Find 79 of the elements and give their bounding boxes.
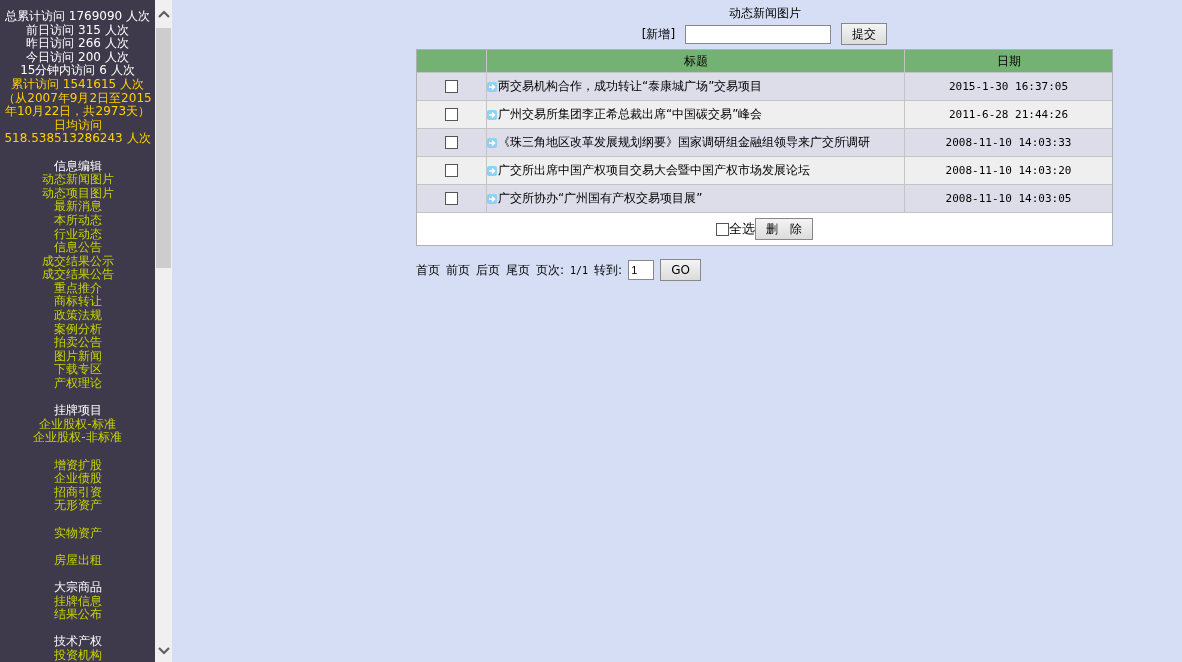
menu-link[interactable]: 房屋出租 [53, 553, 102, 568]
menu-link[interactable]: 本所动态 [53, 213, 102, 228]
menu-link[interactable]: 无形资产 [53, 499, 102, 513]
menu-heading: 大宗商品 [53, 580, 102, 595]
menu-link[interactable]: 动态新闻图片 [41, 173, 114, 187]
pager-link[interactable]: 前页 [446, 261, 470, 279]
row-checkbox[interactable] [445, 108, 458, 121]
menu-heading: 信息编辑 [53, 159, 102, 173]
visit-stat: 昨日访问 266 人次 [25, 37, 130, 51]
menu-heading: 挂牌项目 [53, 404, 102, 418]
scroll-thumb[interactable] [156, 28, 171, 268]
row-checkbox[interactable] [445, 192, 458, 205]
page-number: 1/1 [570, 264, 589, 276]
menu-link[interactable]: 企业债股 [53, 472, 102, 486]
menu-link[interactable]: 动态项目图片 [41, 186, 114, 201]
menu-link[interactable]: 信息公告 [53, 241, 102, 255]
pager-link[interactable]: 首页 [416, 261, 440, 279]
column-header: 标题 [487, 50, 905, 72]
submit-button[interactable]: 提交 [841, 23, 888, 45]
news-title-link[interactable]: 《珠三角地区改革发展规划纲要》国家调研组金融组领导来广交所调研 [498, 134, 870, 151]
goto-label: 转到: [594, 261, 623, 279]
visit-stat: 累计访问 1541615 人次 [9, 77, 146, 92]
scrollbar[interactable] [155, 0, 172, 662]
visit-stat: 今日访问 200 人次 [25, 50, 130, 64]
visit-stat: 日均访问 518.538513286243 人次 [3, 118, 152, 146]
menu-link[interactable]: 重点推介 [53, 281, 102, 296]
arrow-icon [487, 81, 497, 92]
add-input[interactable] [685, 24, 832, 44]
menu-link[interactable]: 图片新闻 [53, 349, 102, 364]
arrow-icon [487, 109, 497, 120]
goto-input[interactable]: 1 [628, 260, 655, 280]
menu-link[interactable]: 实物资产 [53, 526, 102, 541]
visit-stat: 前日访问 315 人次 [25, 23, 130, 37]
pager-link[interactable]: 后页 [476, 261, 500, 279]
menu-link[interactable]: 企业股权-非标准 [33, 431, 122, 445]
menu-link[interactable]: 案例分析 [53, 322, 102, 337]
page-label: 页次: [536, 261, 565, 279]
row-checkbox[interactable] [445, 80, 458, 93]
row-checkbox[interactable] [445, 164, 458, 177]
menu-link[interactable]: 挂牌信息 [53, 594, 102, 609]
date-cell-text: 2008-11-10 14:03:33 [944, 135, 1073, 151]
arrow-icon [487, 165, 497, 176]
news-title-link[interactable]: 广州交易所集团李正希总裁出席“中国碳交易”峰会 [498, 106, 763, 123]
pager-link[interactable]: 尾页 [506, 261, 530, 279]
arrow-icon [487, 137, 497, 148]
menu-link[interactable]: 产权理论 [53, 377, 102, 391]
menu-link[interactable]: 行业动态 [53, 227, 102, 242]
visit-stat: 总累计访问 1769090 人次 [3, 10, 152, 24]
menu-link[interactable]: 下载专区 [53, 363, 102, 378]
select-all-label: 全选 [729, 220, 755, 238]
date-cell-text: 2011-6-28 21:44:26 [947, 107, 1070, 123]
column-header: 日期 [995, 52, 1022, 70]
delete-button[interactable]: 删 除 [755, 218, 813, 240]
menu-link[interactable]: 拍卖公告 [53, 336, 102, 350]
menu-link[interactable]: 投资机构 [53, 648, 102, 662]
menu-link[interactable]: 企业股权-标准 [39, 417, 116, 432]
visit-stat: （从2007年9月2日至2015年10月22日，共2973天） [2, 91, 153, 119]
arrow-icon [487, 193, 497, 204]
go-button[interactable]: GO [660, 259, 701, 281]
visit-stat: 15分钟内访问 6 人次 [19, 64, 136, 78]
add-label: [新增] [641, 25, 676, 43]
menu-heading: 技术产权 [53, 635, 102, 649]
select-all-checkbox[interactable] [716, 222, 729, 236]
menu-link[interactable]: 增资扩股 [53, 458, 102, 473]
date-cell-text: 2008-11-10 14:03:20 [944, 163, 1073, 179]
news-title-link[interactable]: 广交所出席中国产权项目交易大会暨中国产权市场发展论坛 [498, 162, 810, 179]
menu-link[interactable]: 政策法规 [53, 309, 102, 323]
menu-link[interactable]: 结果公布 [53, 608, 102, 622]
menu-link[interactable]: 商标转让 [53, 295, 102, 310]
row-checkbox[interactable] [445, 136, 458, 149]
menu-link[interactable]: 最新消息 [53, 200, 102, 214]
page-title: 动态新闻图片 [728, 5, 801, 21]
news-title-link[interactable]: 两交易机构合作，成功转让“泰康城广场”交易项目 [498, 78, 763, 95]
news-title-link[interactable]: 广交所协办“广州国有产权交易项目展” [498, 190, 703, 207]
menu-link[interactable]: 成交结果公示 [41, 254, 114, 269]
menu-link[interactable]: 招商引资 [53, 485, 102, 500]
date-cell-text: 2008-11-10 14:03:05 [944, 191, 1073, 207]
menu-link[interactable]: 成交结果公告 [41, 268, 114, 282]
date-cell-text: 2015-1-30 16:37:05 [947, 79, 1070, 95]
